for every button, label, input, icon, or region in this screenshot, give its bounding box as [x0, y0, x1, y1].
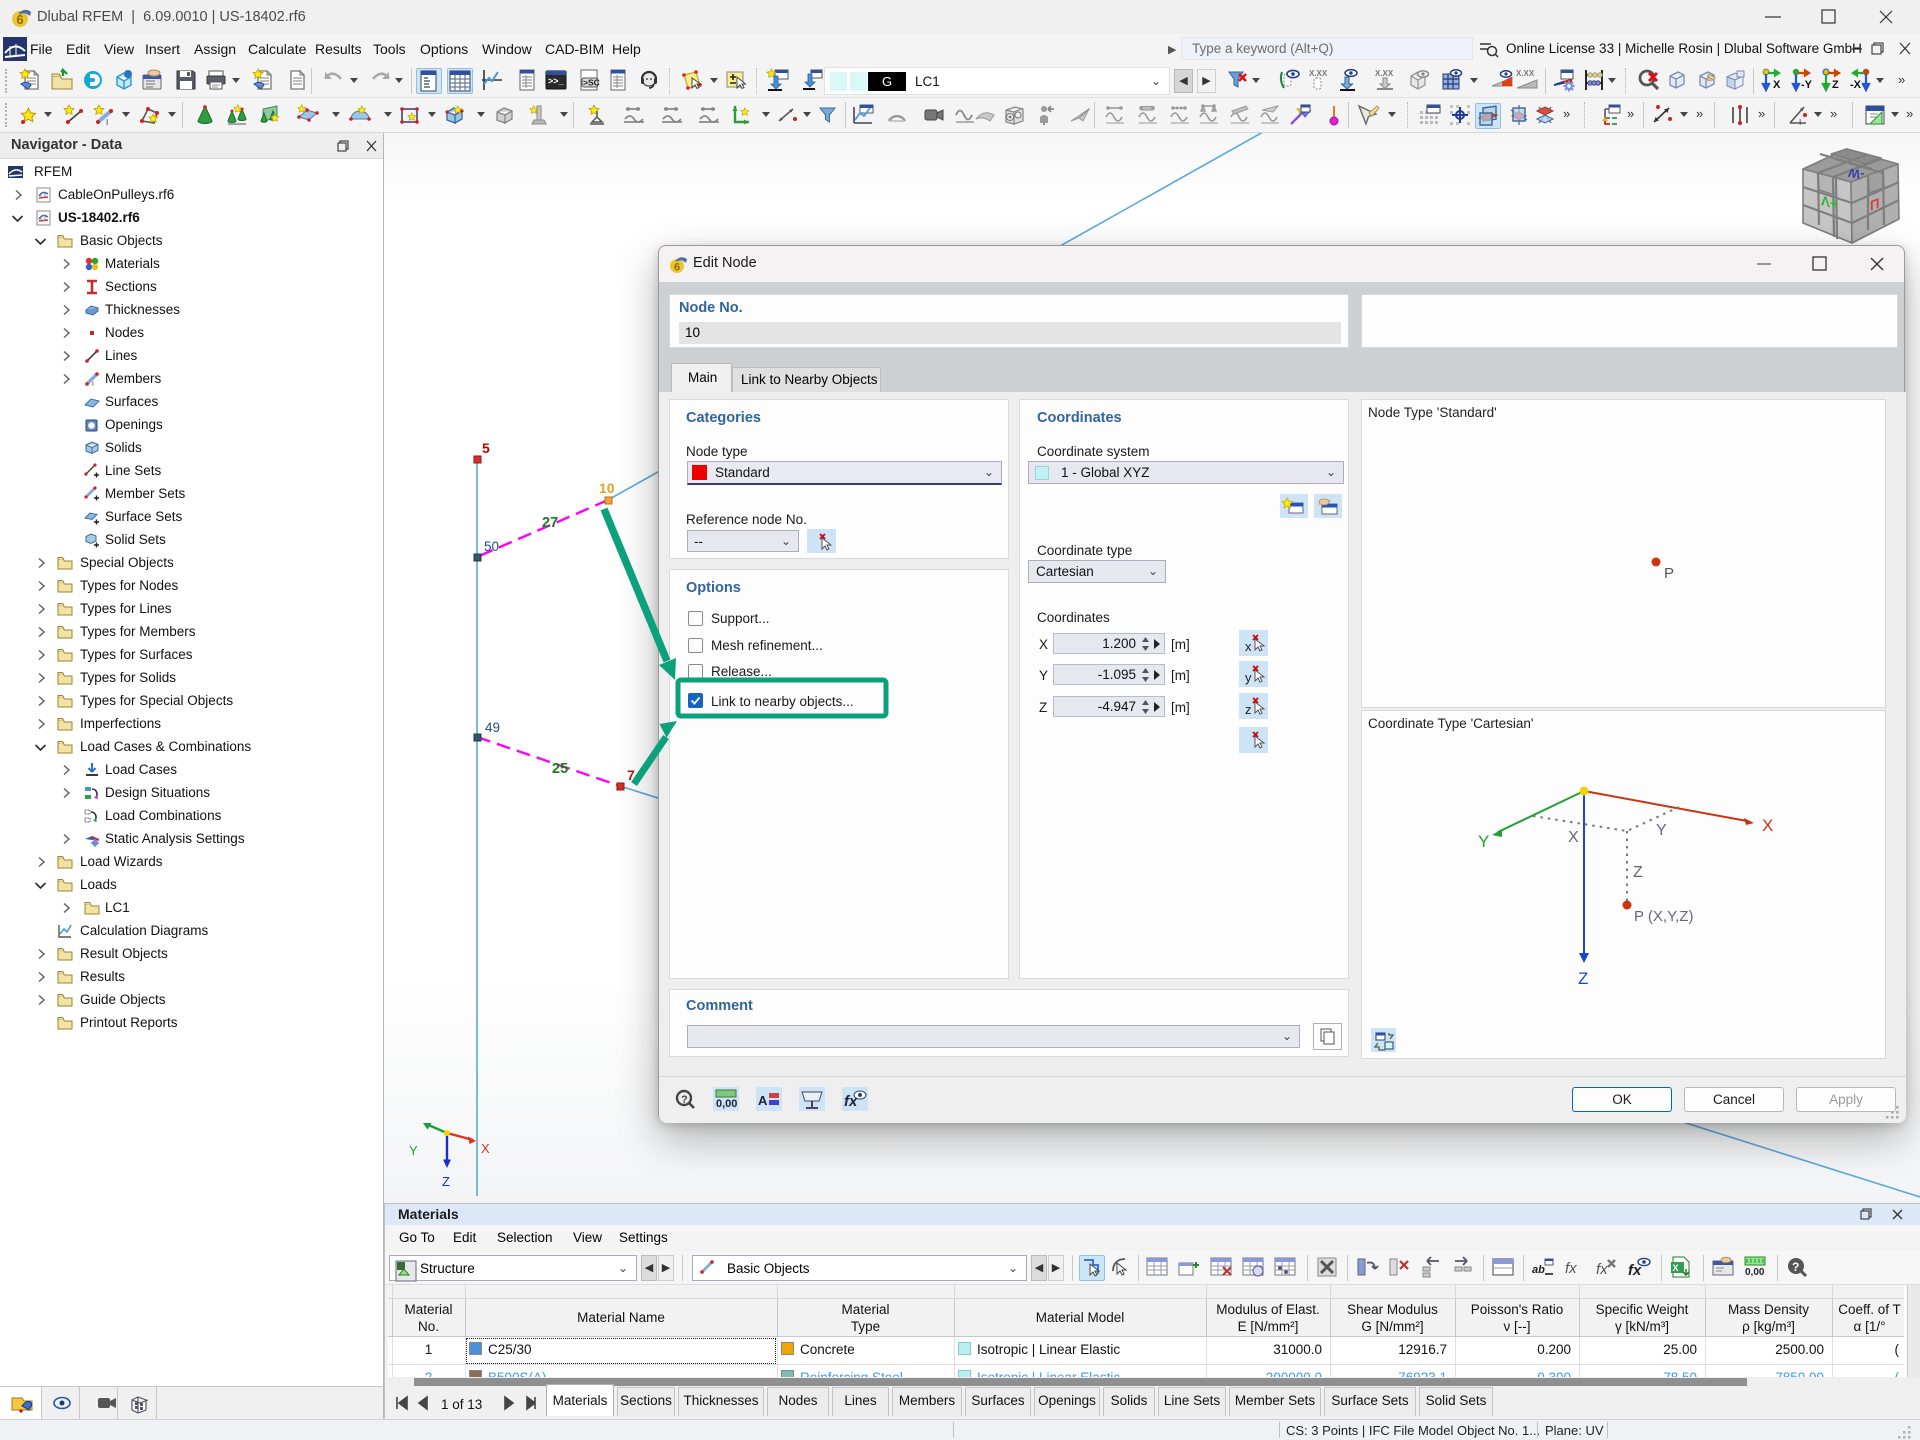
svg-text:x: x [1245, 639, 1252, 654]
svg-text:X.XX: X.XX [1309, 69, 1328, 78]
svg-text:y: y [1245, 670, 1252, 685]
svg-text:0,00: 0,00 [1745, 1267, 1765, 1278]
svg-text:X.XX: X.XX [1375, 69, 1394, 78]
svg-text:?: ? [681, 1094, 688, 1106]
svg-text:>SC: >SC [583, 78, 600, 88]
svg-text:5: 5 [482, 440, 490, 456]
svg-text:7: 7 [627, 767, 635, 783]
svg-text:50: 50 [484, 539, 499, 554]
svg-text:6: 6 [674, 262, 680, 274]
svg-text:fx: fx [1596, 1261, 1608, 1278]
svg-text:X: X [1568, 829, 1579, 846]
svg-text:10: 10 [599, 480, 615, 496]
svg-text:P (X,Y,Z): P (X,Y,Z) [1634, 908, 1693, 925]
svg-text:X: X [1773, 79, 1781, 91]
svg-text:-W: -W [1847, 165, 1865, 182]
svg-text:0,00: 0,00 [716, 1098, 737, 1110]
svg-text:Y: Y [1478, 832, 1489, 851]
svg-text:P: P [1664, 565, 1674, 582]
svg-text:I: I [106, 118, 108, 127]
svg-text:X.XX: X.XX [1516, 69, 1535, 78]
svg-text:Y: Y [1656, 822, 1667, 839]
svg-text:A: A [758, 1093, 768, 1108]
svg-text:?: ? [1792, 1260, 1799, 1274]
svg-text:z: z [1245, 702, 1252, 717]
svg-text:Z: Z [1633, 864, 1643, 881]
svg-text:Z: Z [1832, 79, 1839, 91]
svg-text:fx: fx [1565, 1260, 1577, 1277]
svg-text:Y: Y [409, 1143, 418, 1158]
svg-text:Z: Z [442, 1174, 450, 1189]
svg-text:27: 27 [542, 515, 558, 531]
svg-text:X: X [1673, 1263, 1679, 1273]
svg-text:Z: Z [1578, 969, 1588, 988]
svg-text:49: 49 [485, 720, 500, 735]
svg-text:ab: ab [1532, 1264, 1545, 1276]
svg-text:-Y: -Y [1801, 79, 1813, 91]
svg-text:-X: -X [1850, 79, 1862, 91]
svg-text:I: I [1799, 118, 1801, 127]
svg-text:X: X [1762, 816, 1773, 835]
svg-text:1 of 13: 1 of 13 [441, 1397, 482, 1412]
svg-text:>>_: >>_ [548, 76, 565, 86]
svg-text:X: X [481, 1141, 490, 1156]
svg-text:25: 25 [552, 761, 568, 777]
svg-text:I: I [92, 381, 94, 387]
